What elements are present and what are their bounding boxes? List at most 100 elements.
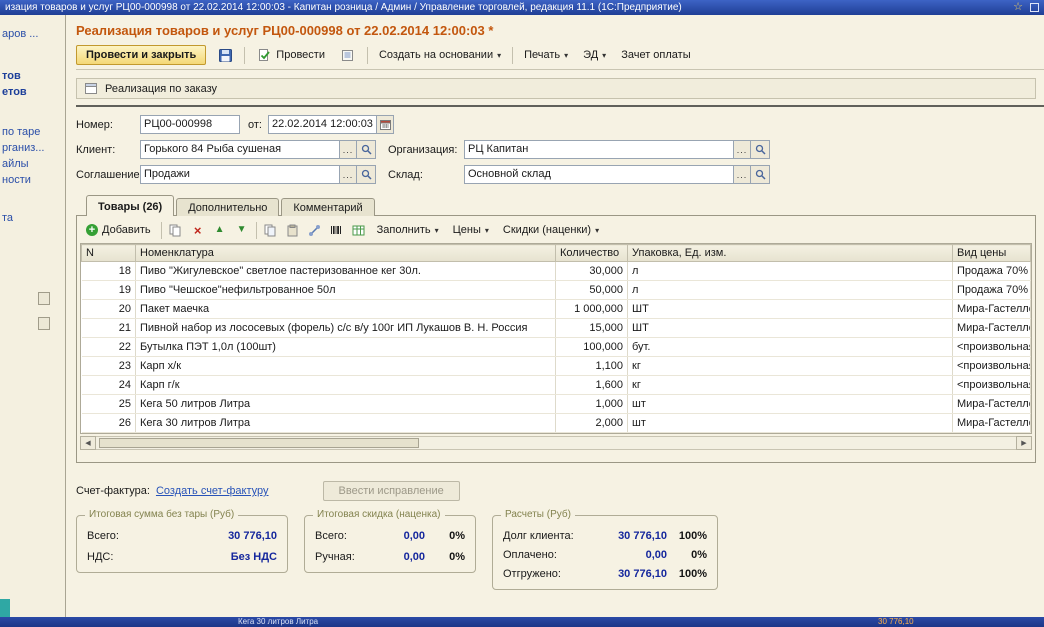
sidebar-item[interactable]: по таре (0, 125, 65, 139)
table-row[interactable]: 21 Пивной набор из лососевых (форель) с/… (81, 318, 1031, 338)
copy-row-button[interactable] (168, 222, 184, 238)
cell-quantity[interactable]: 1,000 (555, 394, 628, 414)
cell-price-type[interactable]: Мира-Гастелло (952, 318, 1031, 338)
barcode-scan-button[interactable] (329, 222, 345, 238)
move-up-button[interactable]: ▲ (212, 222, 228, 238)
cell-nomenclature[interactable]: Пиво "Жигулевское" светлое пастеризованн… (135, 261, 556, 281)
cell-quantity[interactable]: 50,000 (555, 280, 628, 300)
cell-quantity[interactable]: 1,100 (555, 356, 628, 376)
cell-unit[interactable]: шт (627, 413, 953, 433)
organization-input[interactable]: РЦ Капитан ... (464, 140, 770, 159)
cell-nomenclature[interactable]: Пиво "Чешское"нефильтрованное 50л (135, 280, 556, 300)
sidebar-item[interactable]: аров ... (0, 27, 65, 41)
agreement-input[interactable]: Продажи ... (140, 165, 376, 184)
cell-price-type[interactable]: Продажа 70% Р (952, 280, 1031, 300)
table-row[interactable]: 23 Карп х/к 1,100 кг <произвольная (81, 356, 1031, 376)
date-picker-button[interactable] (376, 116, 393, 133)
cell-unit[interactable]: л (627, 280, 953, 300)
sidebar-item[interactable]: та (0, 211, 65, 225)
cell-quantity[interactable]: 15,000 (555, 318, 628, 338)
tab[interactable]: Дополнительно (176, 198, 280, 216)
save-button[interactable] (213, 45, 237, 65)
cell-unit[interactable]: кг (627, 375, 953, 395)
cell-unit[interactable]: л (627, 261, 953, 281)
client-input[interactable]: Горького 84 Рыба сушеная ... (140, 140, 376, 159)
cell-price-type[interactable]: <произвольная (952, 375, 1031, 395)
cell-price-type[interactable]: Мира-Гастелло (952, 394, 1031, 414)
table-row[interactable]: 18 Пиво "Жигулевское" светлое пастеризов… (81, 261, 1031, 281)
table-row[interactable]: 22 Бутылка ПЭТ 1,0л (100шт) 100,000 бут.… (81, 337, 1031, 357)
warehouse-select-button[interactable]: ... (733, 166, 750, 183)
cell-line-number[interactable]: 21 (81, 318, 136, 338)
tab[interactable]: Товары (26) (86, 195, 175, 216)
journal-button[interactable] (336, 45, 360, 65)
cell-unit[interactable]: ШТ (627, 318, 953, 338)
print-button[interactable]: Печать ▾ (520, 47, 572, 63)
panel-splitter-handle[interactable] (38, 292, 50, 305)
cell-line-number[interactable]: 26 (81, 413, 136, 433)
organization-open-button[interactable] (750, 141, 769, 158)
link-button[interactable] (307, 222, 323, 238)
client-open-button[interactable] (356, 141, 375, 158)
copy-to-clipboard-button[interactable] (263, 222, 279, 238)
warehouse-open-button[interactable] (750, 166, 769, 183)
cell-line-number[interactable]: 24 (81, 375, 136, 395)
delete-row-button[interactable]: × (190, 222, 206, 238)
column-header-nomenclature[interactable]: Номенклатура (135, 244, 556, 262)
number-input[interactable]: РЦ00-000998 (140, 115, 240, 134)
cell-line-number[interactable]: 25 (81, 394, 136, 414)
sidebar-item[interactable]: айлы (0, 157, 65, 171)
cell-quantity[interactable]: 100,000 (555, 337, 628, 357)
add-row-button[interactable]: + Добавить (82, 222, 155, 238)
column-header-unit[interactable]: Упаковка, Ед. изм. (627, 244, 953, 262)
sidebar-item[interactable]: тов (0, 69, 65, 83)
cell-line-number[interactable]: 22 (81, 337, 136, 357)
cell-unit[interactable]: бут. (627, 337, 953, 357)
enter-correction-button[interactable]: Ввести исправление (322, 481, 460, 501)
prices-button[interactable]: Цены ▾ (449, 222, 493, 238)
tab[interactable]: Комментарий (281, 198, 375, 216)
panel-splitter-handle[interactable] (38, 317, 50, 330)
sidebar-item[interactable]: рганиз... (0, 141, 65, 155)
cell-nomenclature[interactable]: Пакет маечка (135, 299, 556, 319)
cell-line-number[interactable]: 23 (81, 356, 136, 376)
cell-line-number[interactable]: 19 (81, 280, 136, 300)
discounts-button[interactable]: Скидки (наценки) ▾ (499, 222, 603, 238)
cell-nomenclature[interactable]: Карп г/к (135, 375, 556, 395)
create-based-on-button[interactable]: Создать на основании ▾ (375, 47, 505, 63)
cell-line-number[interactable]: 20 (81, 299, 136, 319)
cell-nomenclature[interactable]: Бутылка ПЭТ 1,0л (100шт) (135, 337, 556, 357)
paste-from-clipboard-button[interactable] (285, 222, 301, 238)
cell-nomenclature[interactable]: Кега 30 литров Литра (135, 413, 556, 433)
scrollbar-thumb[interactable] (99, 438, 419, 448)
table-row[interactable]: 20 Пакет маечка 1 000,000 ШТ Мира-Гастел… (81, 299, 1031, 319)
favorites-star-icon[interactable]: ☆ (1013, 2, 1023, 13)
window-settings-icon[interactable] (1030, 3, 1039, 12)
warehouse-input[interactable]: Основной склад ... (464, 165, 770, 184)
post-button[interactable]: Провести (252, 45, 329, 65)
client-select-button[interactable]: ... (339, 141, 356, 158)
agreement-open-button[interactable] (356, 166, 375, 183)
sales-by-order-section[interactable]: Реализация по заказу (76, 78, 1036, 99)
cell-nomenclature[interactable]: Пивной набор из лососевых (форель) с/с в… (135, 318, 556, 338)
cell-unit[interactable]: шт (627, 394, 953, 414)
cell-price-type[interactable]: <произвольная (952, 356, 1031, 376)
table-row[interactable]: 24 Карп г/к 1,600 кг <произвольная (81, 375, 1031, 395)
table-row[interactable]: 26 Кега 30 литров Литра 2,000 шт Мира-Га… (81, 413, 1031, 433)
post-and-close-button[interactable]: Провести и закрыть (76, 45, 207, 65)
payment-offset-button[interactable]: Зачет оплаты (617, 47, 694, 63)
cell-quantity[interactable]: 30,000 (555, 261, 628, 281)
sidebar-item[interactable]: ности (0, 173, 65, 187)
table-row[interactable]: 19 Пиво "Чешское"нефильтрованное 50л 50,… (81, 280, 1031, 300)
cell-unit[interactable]: ШТ (627, 299, 953, 319)
cell-price-type[interactable]: <произвольная (952, 337, 1031, 357)
organization-select-button[interactable]: ... (733, 141, 750, 158)
create-invoice-link[interactable]: Создать счет-фактуру (156, 485, 269, 497)
fill-table-button[interactable] (351, 222, 367, 238)
cell-price-type[interactable]: Продажа 70% Р (952, 261, 1031, 281)
column-header-quantity[interactable]: Количество (555, 244, 628, 262)
cell-nomenclature[interactable]: Кега 50 литров Литра (135, 394, 556, 414)
column-header-price-type[interactable]: Вид цены (952, 244, 1031, 262)
date-input[interactable]: 22.02.2014 12:00:03 (268, 115, 394, 134)
scroll-right-button[interactable]: ▶ (1016, 436, 1032, 450)
